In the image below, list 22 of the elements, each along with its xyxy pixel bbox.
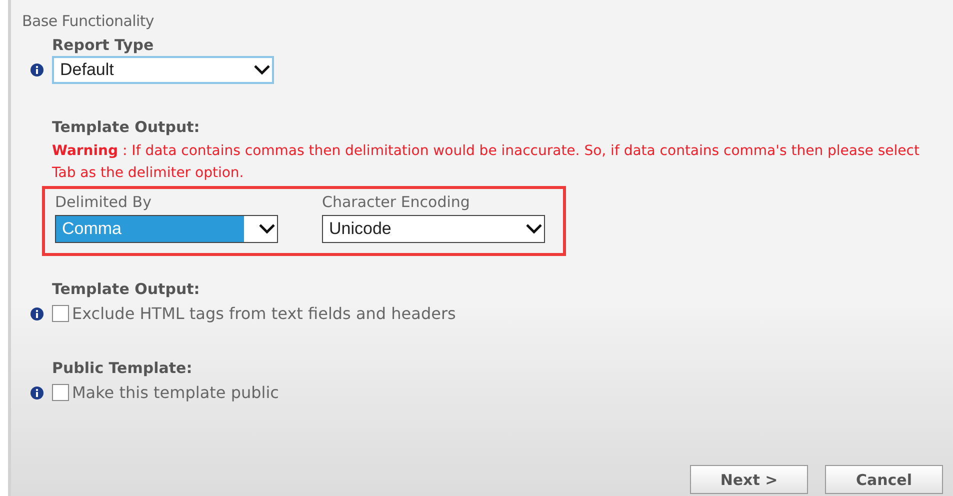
checkbox[interactable] [52,384,69,401]
info-icon [30,63,44,77]
checkbox-label: Exclude HTML tags from text fields and headers [72,304,456,323]
dialog-button[interactable]: Next > [690,465,808,494]
warning-text: Warning : If data contains commas then delimitation would be inaccurate. So, if data contains comma's then please select Tab as the delimiter option. [52,142,920,183]
section-title: Base Functionality [22,12,155,30]
info-icon [30,386,44,400]
field-label: Delimited By [55,193,152,211]
section-heading: Public Template: [52,359,194,377]
section-heading: Template Output: [52,280,201,298]
field-label: Character Encoding [322,193,471,211]
caret-icon [259,224,275,234]
checkbox-label: Make this template public [72,383,279,402]
report-type-dropdown[interactable]: Default [52,56,274,84]
dropdown[interactable]: Unicode [322,215,545,243]
field-label: Report Type [52,36,155,54]
checkbox[interactable] [52,305,69,322]
info-icon [30,306,44,320]
caret-icon [526,224,542,234]
dialog-button[interactable]: Cancel [825,465,943,494]
caret-icon [254,65,270,75]
section-heading: Template Output: [52,118,201,136]
